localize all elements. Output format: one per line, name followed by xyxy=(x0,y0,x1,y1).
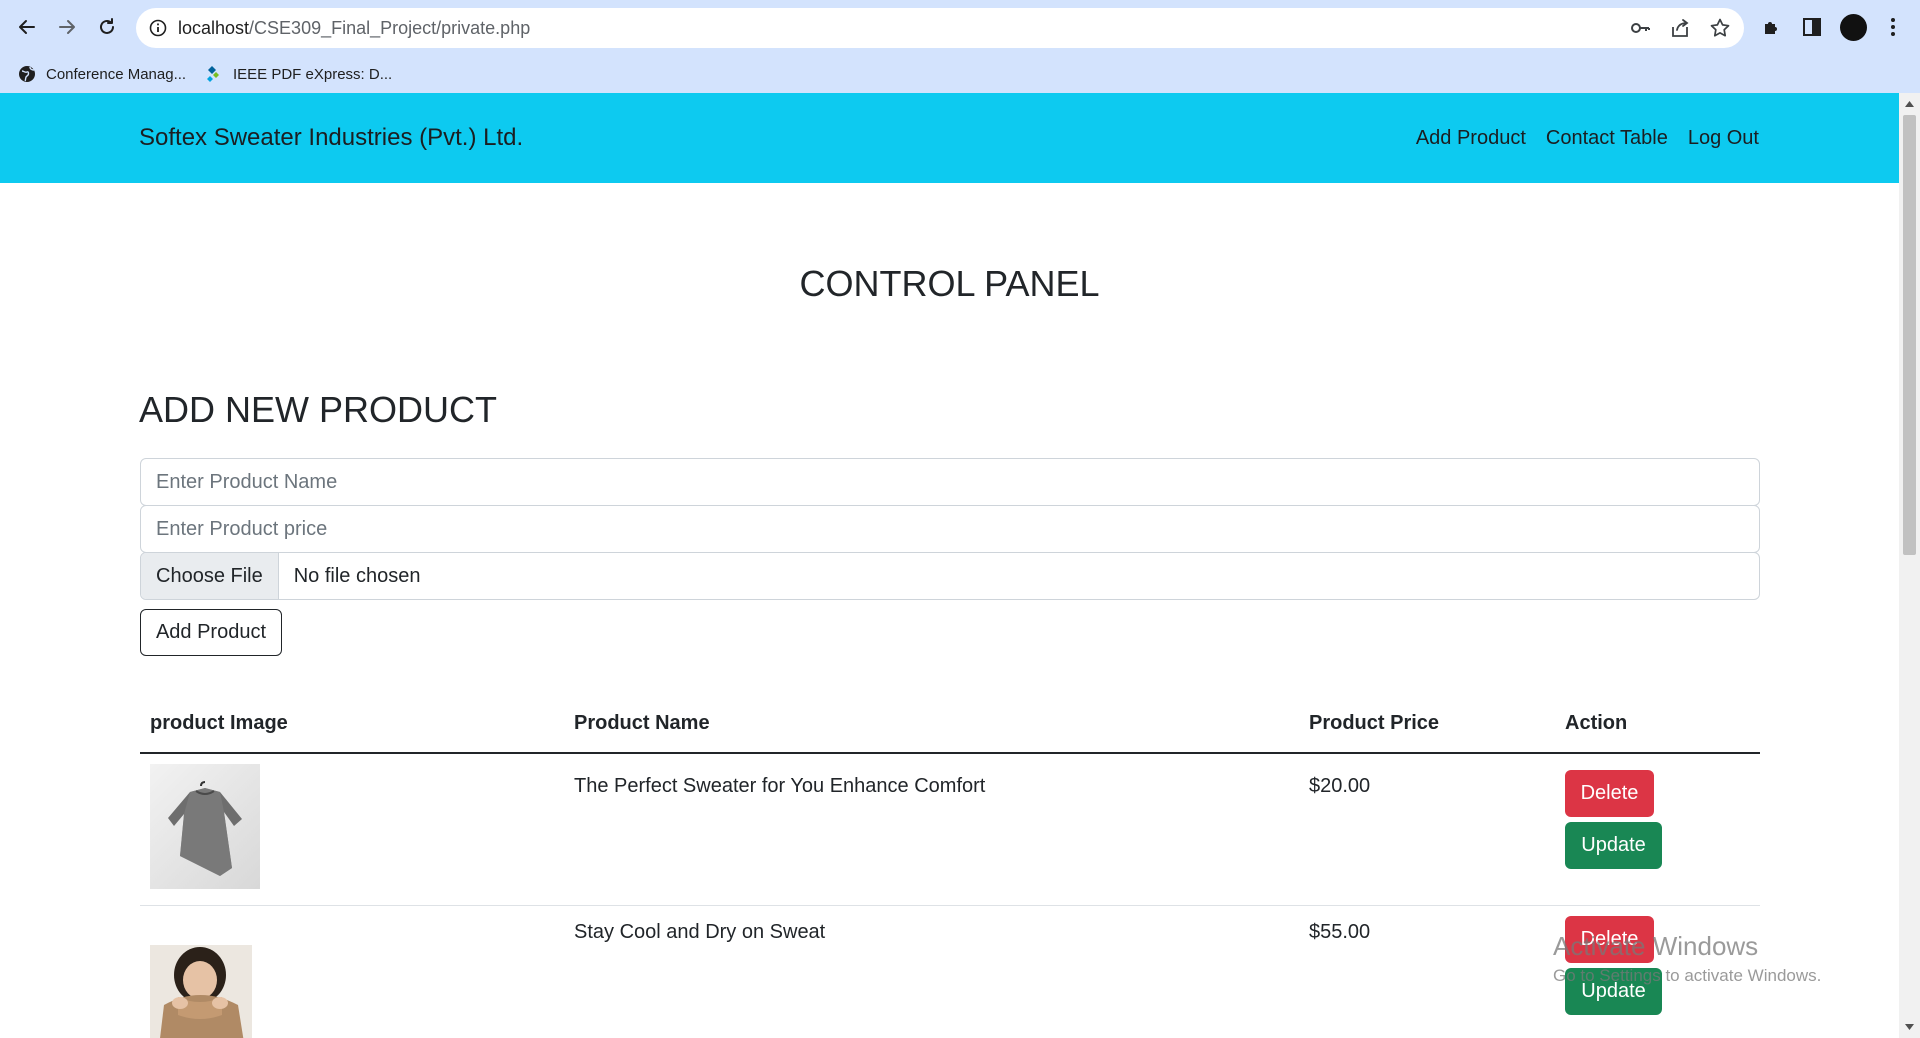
nav-link-add-product[interactable]: Add Product xyxy=(1416,127,1526,150)
bookmark-ieee[interactable]: IEEE PDF eXpress: D... xyxy=(205,61,392,87)
profile-avatar[interactable] xyxy=(1840,14,1867,41)
scroll-up-icon[interactable] xyxy=(1904,99,1915,109)
product-name-cell: The Perfect Sweater for You Enhance Comf… xyxy=(574,775,986,797)
add-product-button[interactable]: Add Product xyxy=(140,609,282,656)
navbar-links: Add Product Contact Table Log Out xyxy=(1416,127,1759,150)
side-panel-icon[interactable] xyxy=(1799,14,1825,40)
site-navbar: Softex Sweater Industries (Pvt.) Ltd. Ad… xyxy=(0,93,1899,183)
reload-icon[interactable] xyxy=(92,12,122,42)
row-divider xyxy=(140,905,1760,906)
browser-chrome: localhost/CSE309_Final_Project/private.p… xyxy=(0,0,1920,93)
column-header-image: product Image xyxy=(150,712,288,734)
product-image-file-input[interactable]: Choose File No file chosen xyxy=(140,552,1760,600)
navbar-brand[interactable]: Softex Sweater Industries (Pvt.) Ltd. xyxy=(139,124,523,152)
scrollbar-thumb[interactable] xyxy=(1903,115,1916,555)
product-image xyxy=(150,945,252,1038)
product-price-input[interactable]: Enter Product price xyxy=(140,505,1760,553)
column-header-action: Action xyxy=(1565,712,1628,734)
delete-button[interactable]: Delete xyxy=(1565,770,1654,817)
page-viewport: Softex Sweater Industries (Pvt.) Ltd. Ad… xyxy=(0,93,1899,1038)
page-title: CONTROL PANEL xyxy=(799,263,1100,304)
key-icon[interactable] xyxy=(1628,16,1652,40)
product-name-input[interactable]: Enter Product Name xyxy=(140,458,1760,506)
bookmarks-bar: Conference Manag... IEEE PDF eXpress: D.… xyxy=(0,55,1920,93)
product-price-cell: $20.00 xyxy=(1309,775,1371,797)
product-price-cell: $55.00 xyxy=(1309,921,1371,943)
scroll-down-icon[interactable] xyxy=(1904,1022,1915,1032)
address-bar[interactable]: localhost/CSE309_Final_Project/private.p… xyxy=(136,8,1744,48)
activate-windows-title: Activate Windows xyxy=(1553,931,1759,961)
browser-toolbar: localhost/CSE309_Final_Project/private.p… xyxy=(0,0,1920,55)
column-header-name: Product Name xyxy=(574,712,710,734)
extensions-icon[interactable] xyxy=(1759,14,1785,40)
page-scrollbar[interactable] xyxy=(1899,93,1920,1038)
bookmark-label: IEEE PDF eXpress: D... xyxy=(233,65,393,83)
update-button[interactable]: Update xyxy=(1565,822,1662,869)
column-header-price: Product Price xyxy=(1309,712,1440,734)
url-text: localhost/CSE309_Final_Project/private.p… xyxy=(178,18,530,39)
bookmark-label: Conference Manag... xyxy=(46,65,187,83)
url-path: /CSE309_Final_Project/private.php xyxy=(249,18,531,38)
bookmark-star-icon[interactable] xyxy=(1708,16,1732,40)
url-host: localhost xyxy=(178,18,250,38)
bookmark-conference[interactable]: Conference Manag... xyxy=(18,61,186,87)
back-icon[interactable] xyxy=(12,12,42,42)
forward-icon[interactable] xyxy=(52,12,82,42)
activate-windows-subtitle: Go to Settings to activate Windows. xyxy=(1553,966,1822,985)
form-heading: ADD NEW PRODUCT xyxy=(139,389,497,430)
ieee-logo-icon xyxy=(207,66,219,82)
header-divider xyxy=(140,752,1760,754)
product-image xyxy=(150,764,260,889)
file-status-text: No file chosen xyxy=(293,564,421,587)
product-name-cell: Stay Cool and Dry on Sweat xyxy=(574,921,826,943)
choose-file-button[interactable]: Choose File xyxy=(141,553,279,599)
globe-icon xyxy=(19,66,35,82)
site-info-icon[interactable] xyxy=(148,18,168,38)
nav-link-log-out[interactable]: Log Out xyxy=(1688,127,1759,150)
share-icon[interactable] xyxy=(1668,16,1692,40)
menu-dots-icon[interactable] xyxy=(1880,14,1906,40)
nav-link-contact-table[interactable]: Contact Table xyxy=(1546,127,1668,150)
